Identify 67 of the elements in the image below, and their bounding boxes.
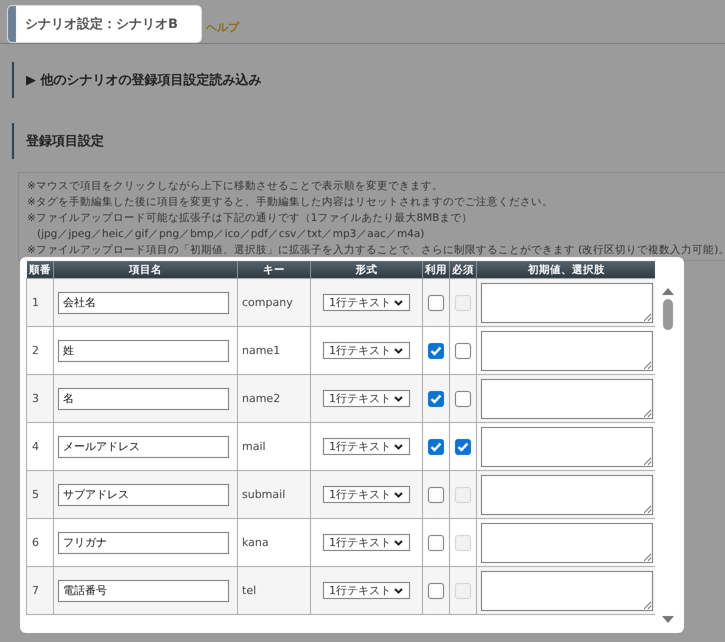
dropdown[interactable]: 1行テキスト [323, 582, 410, 599]
chevron-icon [394, 444, 403, 450]
column-header: 項目名 [54, 261, 238, 278]
note-text: ※ファイルアップロード項目の「初期値、選択肢」に拡張子を入力することで、さらに制限することができます (改行区切りで複数入力可能)。 [27, 243, 725, 258]
text-area[interactable] [481, 522, 653, 562]
checkbox[interactable] [428, 486, 444, 502]
text-area[interactable] [481, 282, 653, 322]
table-cell: 3 [26, 374, 54, 422]
chevron-icon [394, 492, 403, 498]
checkbox[interactable] [455, 390, 471, 406]
checkbox[interactable] [428, 342, 444, 358]
note-text: ※タグを手動編集した後に項目を変更すると、手動編集した内容はリセットされますのでご注意ください。 [27, 195, 554, 210]
section-heading: ▶ 他のシナリオの登録項目設定読み込み [26, 72, 262, 89]
table-cell: 5 [26, 470, 54, 518]
table-cell: 6 [26, 518, 54, 566]
checkbox[interactable] [455, 438, 471, 454]
checkbox[interactable] [428, 294, 444, 310]
dropdown[interactable]: 1行テキスト [323, 486, 410, 503]
text-area[interactable] [481, 570, 653, 610]
table-cell: 4 [26, 422, 54, 470]
chevron-icon [394, 396, 403, 402]
text-area[interactable] [481, 426, 653, 466]
column-header: キー [238, 261, 310, 278]
table-cell: 7 [26, 566, 54, 614]
scroll-down-icon[interactable] [662, 616, 674, 623]
table-cell: 1 [26, 278, 54, 326]
tab[interactable]: シナリオ設定：シナリオB [7, 5, 202, 43]
note-text: ※ファイルアップロード可能な拡張子は下記の通りです（1ファイルあたり最大8MBまで） [27, 211, 474, 226]
checkbox[interactable] [428, 390, 444, 406]
dropdown[interactable]: 1行テキスト [323, 390, 410, 407]
column-header: 初期値、選択肢 [476, 261, 655, 278]
table-cell: company [238, 278, 310, 326]
checkbox[interactable] [428, 438, 444, 454]
text-area[interactable] [481, 378, 653, 418]
dropdown[interactable]: 1行テキスト [323, 438, 410, 455]
column-header: 必須 [450, 261, 476, 278]
input-field[interactable]: 姓 [58, 340, 229, 362]
dropdown[interactable]: 1行テキスト [323, 534, 410, 551]
input-field[interactable]: 会社名 [58, 292, 229, 314]
input-field[interactable]: 名 [58, 388, 229, 410]
column-header: 利用 [422, 261, 450, 278]
checkbox[interactable] [455, 342, 471, 358]
table-cell: tel [238, 566, 310, 614]
chevron-icon [394, 588, 403, 594]
checkbox[interactable] [428, 534, 444, 550]
section-heading: 登録項目設定 [26, 132, 104, 150]
text-area[interactable] [481, 474, 653, 514]
input-field[interactable]: メールアドレス [58, 436, 229, 458]
column-header: 形式 [310, 261, 422, 278]
chevron-icon [394, 540, 403, 546]
chevron-icon [394, 348, 403, 354]
checkbox[interactable] [428, 582, 444, 598]
dropdown[interactable]: 1行テキスト [323, 294, 410, 311]
text-area[interactable] [481, 330, 653, 370]
column-header: 順番 [26, 261, 54, 278]
input-field[interactable]: フリガナ [58, 532, 229, 554]
table-cell: submail [238, 470, 310, 518]
table-cell: name2 [238, 374, 310, 422]
table-cell: 2 [26, 326, 54, 374]
input-field[interactable]: サブアドレス [58, 484, 229, 506]
dropdown[interactable]: 1行テキスト [323, 342, 410, 359]
scroll-up-icon[interactable] [662, 288, 674, 295]
chevron-icon [394, 300, 403, 306]
note-text: ※マウスで項目をクリックしながら上下に移動させることで表示順を変更できます。 [27, 179, 444, 194]
note-text: (jpg／jpeg／heic／gif／png／bmp／ico／pdf／csv／txt／mp3／aac／m4a) [36, 227, 426, 242]
input-field[interactable]: 電話番号 [58, 580, 229, 602]
scrollbar-thumb[interactable] [662, 299, 672, 330]
